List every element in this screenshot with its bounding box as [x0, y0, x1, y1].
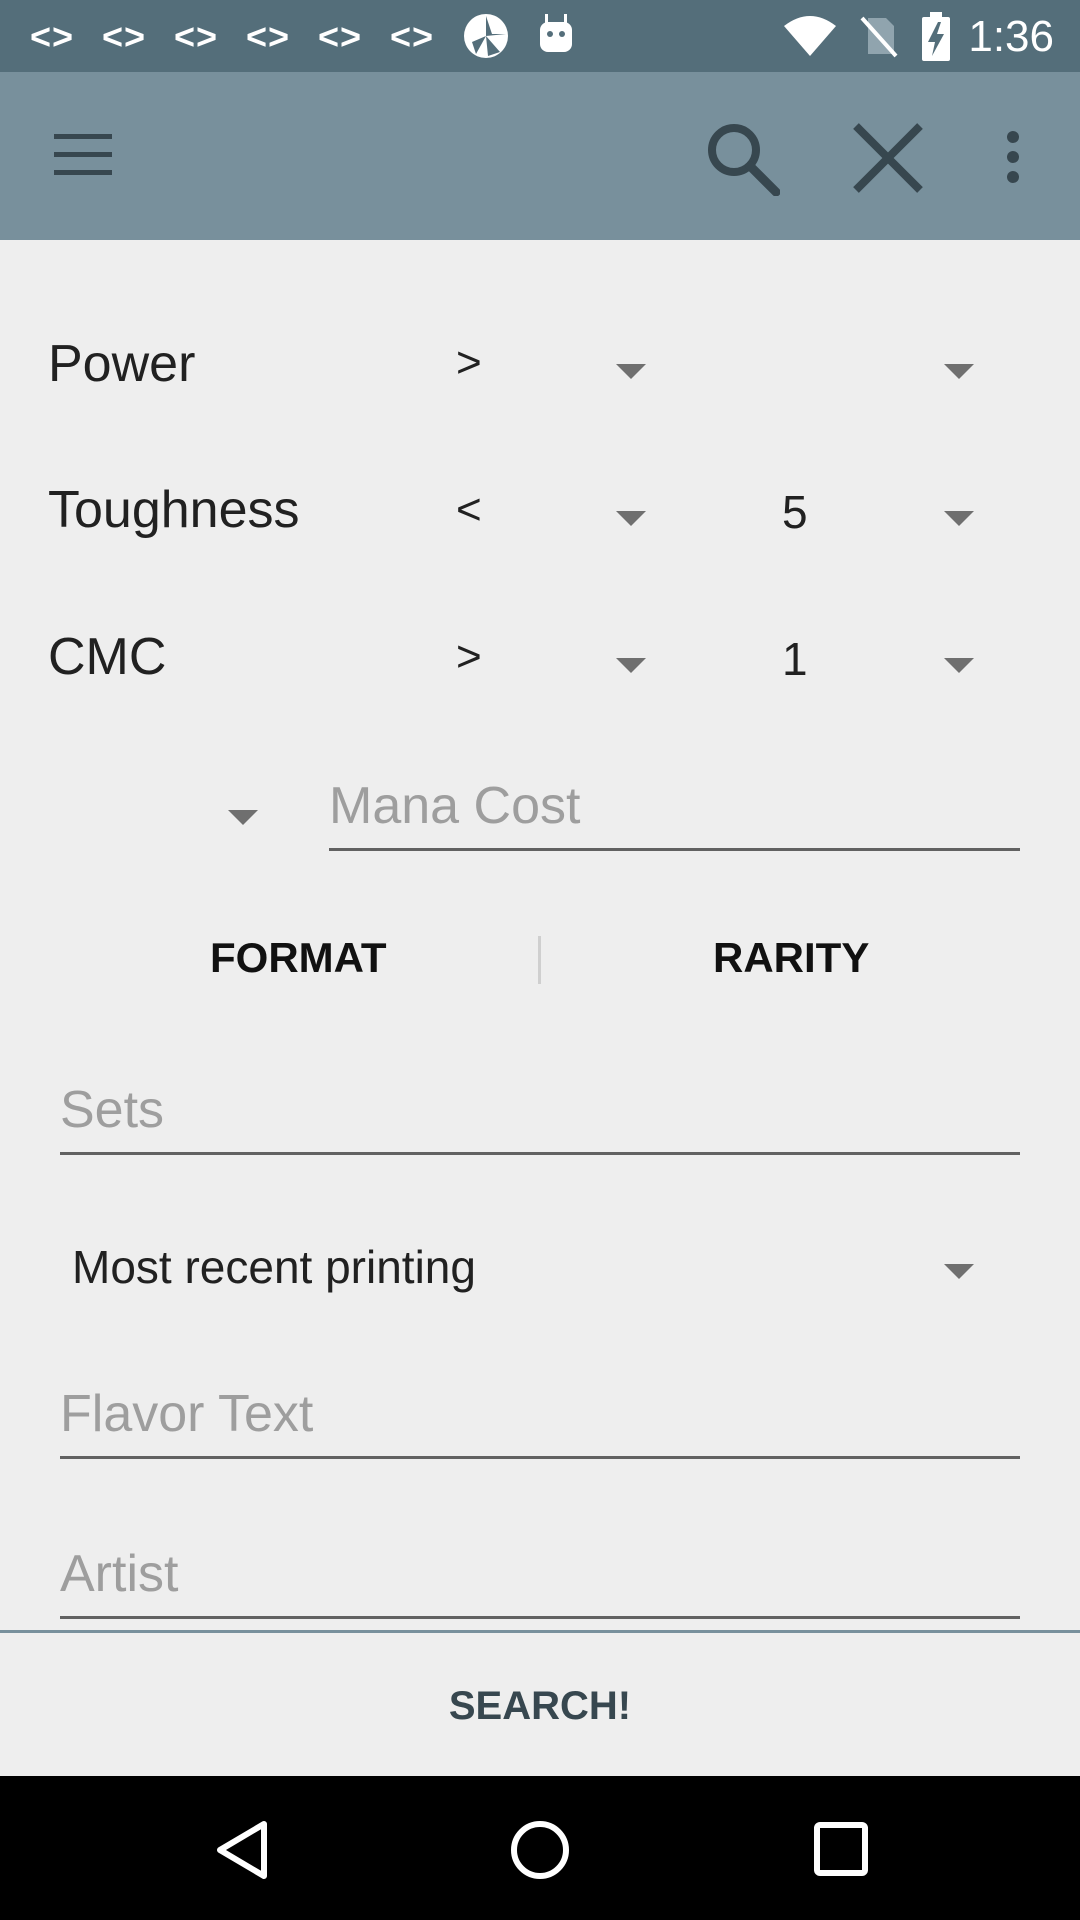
- printing-value: Most recent printing: [72, 1241, 476, 1293]
- power-value-spinner[interactable]: [770, 330, 990, 410]
- toughness-label: Toughness: [48, 481, 300, 539]
- search-form: Power > Toughness < 5 CMC > 1 Mana Cost …: [0, 240, 1080, 1630]
- navigation-bar: [0, 1776, 1080, 1920]
- dropdown-arrow-icon: [616, 364, 646, 379]
- flavor-text-placeholder: Flavor Text: [60, 1385, 314, 1443]
- code-notification-icon: <>: [390, 16, 435, 57]
- toughness-value: 5: [782, 486, 808, 538]
- printing-spinner[interactable]: Most recent printing: [60, 1230, 1000, 1310]
- dropdown-arrow-icon: [944, 511, 974, 526]
- recents-icon[interactable]: [814, 1822, 868, 1876]
- wifi-icon: [784, 16, 836, 56]
- code-notification-icon: <>: [102, 16, 147, 57]
- code-notification-icon: <>: [318, 16, 363, 57]
- dropdown-arrow-icon: [944, 1264, 974, 1279]
- code-notification-icon: <>: [174, 16, 219, 57]
- dropdown-arrow-icon: [944, 364, 974, 379]
- home-icon[interactable]: [510, 1820, 570, 1880]
- sets-field[interactable]: Sets: [60, 1074, 1020, 1155]
- dropdown-arrow-icon: [616, 658, 646, 673]
- mana-cost-logic-spinner[interactable]: [200, 780, 290, 860]
- dropdown-arrow-icon: [616, 511, 646, 526]
- android-notification-icon: [540, 14, 572, 52]
- artist-placeholder: Artist: [60, 1545, 179, 1603]
- search-button[interactable]: SEARCH!: [0, 1633, 1080, 1779]
- battery-charging-icon: [922, 12, 950, 61]
- button-divider: [538, 936, 541, 984]
- status-bar: <> <> <> <> <> <> 1:36: [0, 0, 1080, 72]
- rarity-button[interactable]: RARITY: [713, 934, 869, 982]
- power-operator-spinner[interactable]: >: [440, 330, 660, 410]
- search-icon[interactable]: [706, 122, 780, 196]
- mana-cost-field[interactable]: Mana Cost: [329, 770, 1020, 851]
- cmc-operator-spinner[interactable]: >: [440, 624, 660, 704]
- dropdown-arrow-icon: [944, 658, 974, 673]
- cmc-value-spinner[interactable]: 1: [770, 624, 990, 704]
- artist-field[interactable]: Artist: [60, 1538, 1020, 1619]
- close-icon[interactable]: [852, 122, 924, 194]
- code-notification-icon: <>: [30, 16, 75, 57]
- more-vert-icon[interactable]: [1004, 130, 1022, 184]
- search-bar: SEARCH!: [0, 1630, 1080, 1779]
- toughness-operator-spinner[interactable]: <: [440, 477, 660, 557]
- dropdown-arrow-icon: [228, 810, 258, 825]
- app-notification-icon: [464, 14, 508, 58]
- cmc-label: CMC: [48, 628, 167, 686]
- clock: 1:36: [968, 12, 1054, 61]
- back-icon[interactable]: [214, 1820, 270, 1880]
- code-notification-icon: <>: [246, 16, 291, 57]
- no-sim-icon: [860, 16, 898, 58]
- flavor-text-field[interactable]: Flavor Text: [60, 1378, 1020, 1459]
- cmc-value: 1: [782, 633, 808, 685]
- toughness-operator-value: <: [456, 485, 482, 534]
- power-operator-value: >: [456, 338, 482, 387]
- mana-cost-placeholder: Mana Cost: [329, 777, 581, 835]
- format-button[interactable]: FORMAT: [210, 934, 387, 982]
- hamburger-menu-icon[interactable]: [54, 134, 112, 176]
- power-label: Power: [48, 335, 196, 393]
- app-toolbar: [0, 72, 1080, 240]
- sets-placeholder: Sets: [60, 1081, 165, 1139]
- cmc-operator-value: >: [456, 632, 482, 681]
- toughness-value-spinner[interactable]: 5: [770, 477, 990, 557]
